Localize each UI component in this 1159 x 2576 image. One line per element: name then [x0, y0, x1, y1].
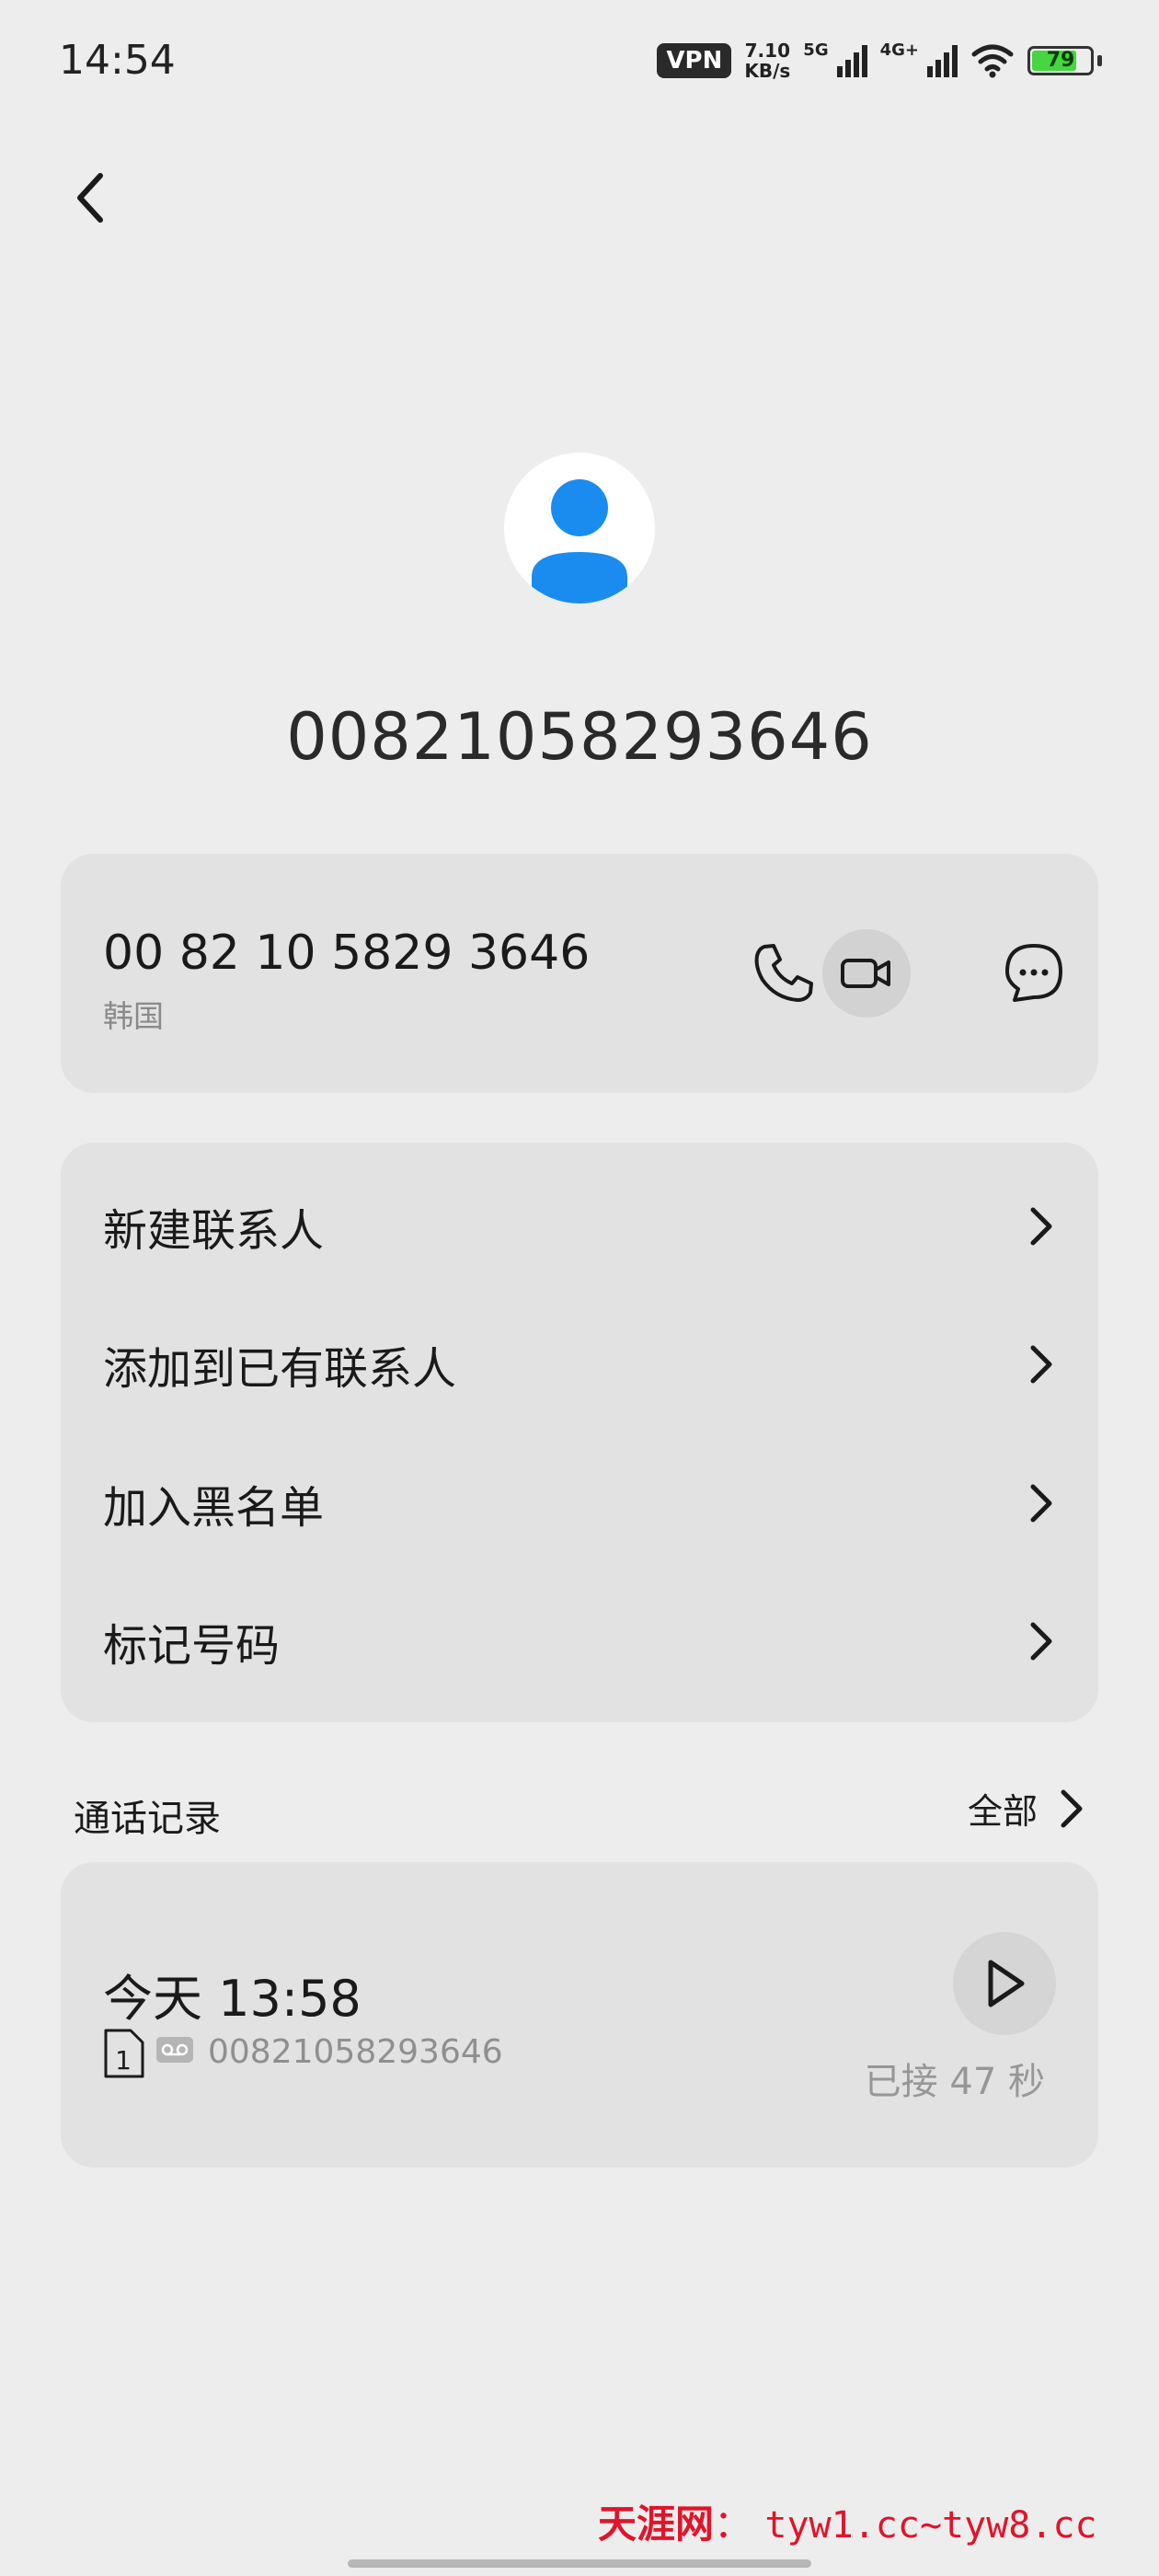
phone-card: 00 82 10 5829 3646 韩国 — [61, 854, 1098, 1093]
watermark-brand: 天涯网 — [598, 2501, 715, 2547]
avatar — [504, 453, 655, 604]
actions-menu: 新建联系人 添加到已有联系人 加入黑名单 标记号码 — [61, 1143, 1098, 1722]
status-time: 14:54 — [59, 37, 176, 84]
wifi-icon — [971, 44, 1014, 78]
chevron-right-icon — [1023, 1618, 1060, 1664]
person-icon — [532, 479, 627, 604]
watermark-url: tyw1.cc~tyw8.cc — [764, 2504, 1097, 2547]
network-speed: 7.10 KB/s — [744, 40, 790, 81]
menu-item-label: 添加到已有联系人 — [103, 1343, 457, 1395]
see-all-button[interactable]: 全部 — [968, 1783, 1085, 1834]
home-indicator[interactable] — [348, 2559, 811, 2568]
back-button[interactable] — [57, 166, 121, 230]
phone-icon — [754, 944, 813, 1002]
menu-item-new-contact[interactable]: 新建联系人 — [61, 1157, 1098, 1295]
network-type-4g: 4G+ — [879, 40, 919, 60]
call-log-title: 通话记录 — [74, 1798, 221, 1840]
battery-level: 79 — [1046, 49, 1075, 72]
watermark-separator: ： — [714, 2501, 753, 2547]
call-duration: 已接 47 秒 — [864, 2061, 1045, 2103]
network-speed-value: 7.10 — [744, 40, 790, 62]
menu-item-label: 标记号码 — [103, 1620, 281, 1672]
phone-region: 韩国 — [103, 998, 164, 1034]
menu-item-mark-number[interactable]: 标记号码 — [61, 1572, 1098, 1710]
menu-item-blacklist[interactable]: 加入黑名单 — [61, 1434, 1098, 1572]
menu-item-add-to-existing[interactable]: 添加到已有联系人 — [61, 1295, 1098, 1433]
battery-cap — [1097, 55, 1102, 66]
call-button[interactable] — [741, 931, 826, 1016]
vpn-badge: VPN — [657, 43, 732, 78]
status-icons: VPN 7.10 KB/s 5G 4G+ 79 — [657, 39, 1102, 83]
video-call-button[interactable] — [822, 929, 911, 1018]
menu-item-label: 加入黑名单 — [103, 1482, 325, 1534]
play-icon — [988, 1960, 1025, 2007]
contact-title: 00821058293646 — [286, 699, 873, 775]
phone-number: 00 82 10 5829 3646 — [103, 926, 591, 981]
see-all-label: 全部 — [967, 1791, 1038, 1832]
sim-number: 1 — [115, 2045, 132, 2076]
sim-card-icon: 1 — [103, 2028, 145, 2079]
call-log-entry[interactable]: 今天 13:58 1 00821058293646 已接 47 秒 — [61, 1862, 1098, 2168]
play-recording-button[interactable] — [953, 1932, 1056, 2035]
chevron-right-icon — [1061, 1789, 1083, 1827]
watermark: 天涯网： tyw1.cc~tyw8.cc — [598, 2493, 1097, 2549]
signal-icon — [927, 45, 958, 77]
battery-icon: 79 — [1027, 46, 1094, 75]
video-camera-icon — [841, 959, 890, 988]
call-date: 今天 13:58 — [103, 1970, 361, 2028]
call-number: 00821058293646 — [208, 2033, 503, 2071]
network-type-5g: 5G — [803, 40, 829, 60]
chevron-right-icon — [1023, 1203, 1060, 1249]
voicemail-icon — [156, 2037, 193, 2063]
back-arrow-icon — [77, 173, 103, 223]
message-bubble-icon — [1005, 944, 1062, 1002]
network-speed-unit: KB/s — [744, 60, 791, 82]
menu-item-label: 新建联系人 — [103, 1205, 325, 1257]
message-button[interactable] — [992, 931, 1076, 1016]
signal-icon — [836, 45, 867, 77]
chevron-right-icon — [1023, 1480, 1060, 1526]
chevron-right-icon — [1023, 1341, 1060, 1387]
